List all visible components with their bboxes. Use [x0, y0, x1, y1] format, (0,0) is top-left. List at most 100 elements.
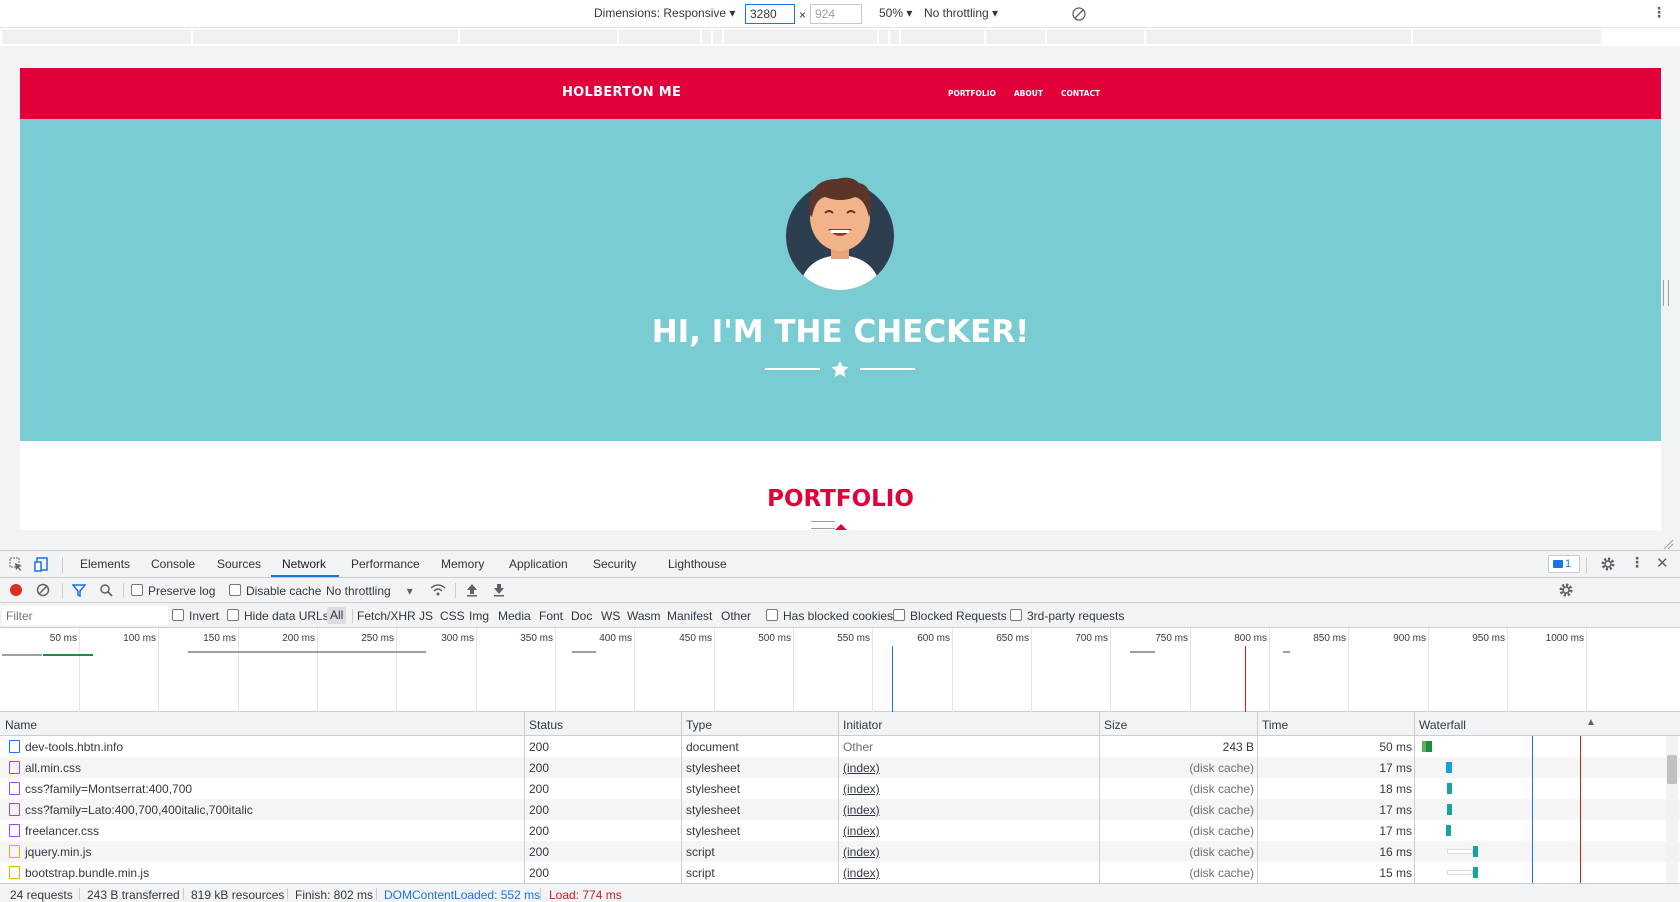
export-har-icon[interactable] [493, 583, 505, 597]
hide-data-urls-checkbox[interactable] [227, 609, 239, 621]
inspect-element-icon[interactable] [8, 556, 24, 572]
column-divider[interactable] [838, 712, 839, 883]
column-header-waterfall[interactable]: Waterfall [1419, 718, 1466, 732]
more-options-icon[interactable]: ⋮ [1652, 4, 1666, 21]
column-header-time[interactable]: Time [1262, 718, 1288, 732]
filter-type-font[interactable]: Font [539, 609, 563, 623]
column-header-name[interactable]: Name [5, 718, 37, 732]
table-row[interactable]: freelancer.css 200 stylesheet (index) (d… [0, 820, 1680, 841]
request-initiator-link[interactable]: (index) [843, 782, 880, 796]
media-query-segment[interactable] [2, 30, 192, 44]
filter-type-all[interactable]: All [327, 607, 347, 624]
import-har-icon[interactable] [466, 583, 478, 597]
tab-console[interactable]: Console [151, 557, 195, 571]
rotate-icon[interactable] [1070, 5, 1088, 23]
zoom-dropdown[interactable]: 50% ▾ [879, 6, 912, 20]
network-conditions-icon[interactable] [430, 583, 446, 597]
request-initiator-link[interactable]: (index) [843, 803, 880, 817]
table-row[interactable]: dev-tools.hbtn.info 200 document Other 2… [0, 736, 1680, 757]
resize-corner-icon[interactable] [1662, 538, 1674, 550]
table-row[interactable]: all.min.css 200 stylesheet (index) (disk… [0, 757, 1680, 778]
filter-type-media[interactable]: Media [498, 609, 531, 623]
blocked-requests-checkbox[interactable] [893, 609, 905, 621]
filter-type-img[interactable]: Img [469, 609, 489, 623]
table-row[interactable]: css?family=Montserrat:400,700 200 styles… [0, 778, 1680, 799]
nav-link-portfolio[interactable]: PORTFOLIO [948, 89, 996, 98]
record-icon[interactable] [9, 583, 23, 597]
tab-network[interactable]: Network [282, 557, 326, 571]
column-header-size[interactable]: Size [1104, 718, 1127, 732]
close-devtools-icon[interactable]: ✕ [1656, 554, 1669, 572]
tab-application[interactable]: Application [509, 557, 568, 571]
column-divider[interactable] [524, 712, 525, 883]
devtools-menu-icon[interactable]: ⋮ [1630, 554, 1644, 571]
media-query-segment[interactable] [193, 30, 459, 44]
filter-input[interactable] [2, 606, 168, 625]
request-initiator-link[interactable]: (index) [843, 761, 880, 775]
table-scrollbar[interactable] [1666, 736, 1678, 883]
column-header-type[interactable]: Type [686, 718, 712, 732]
column-divider[interactable] [1099, 712, 1100, 883]
media-query-segment[interactable] [724, 30, 878, 44]
table-row[interactable]: bootstrap.bundle.min.js 200 script (inde… [0, 862, 1680, 883]
site-brand[interactable]: HOLBERTON ME [562, 85, 681, 100]
filter-icon[interactable] [72, 583, 86, 597]
tab-memory[interactable]: Memory [441, 557, 484, 571]
media-query-segment[interactable] [702, 30, 712, 44]
nav-link-about[interactable]: ABOUT [1014, 89, 1043, 98]
request-initiator-link[interactable]: (index) [843, 824, 880, 838]
filter-type-other[interactable]: Other [721, 609, 751, 623]
table-row[interactable]: jquery.min.js 200 script (index) (disk c… [0, 841, 1680, 862]
column-header-status[interactable]: Status [529, 718, 563, 732]
tab-sources[interactable]: Sources [217, 557, 261, 571]
filter-type-js[interactable]: JS [419, 609, 433, 623]
media-query-segment[interactable] [619, 30, 701, 44]
tab-security[interactable]: Security [593, 557, 636, 571]
filter-type-wasm[interactable]: Wasm [627, 609, 661, 623]
filter-type-manifest[interactable]: Manifest [667, 609, 712, 623]
issues-counter-button[interactable]: 1 [1548, 555, 1580, 573]
media-query-segment[interactable] [1413, 30, 1602, 44]
throttling-dropdown[interactable]: No throttling ▾ [924, 6, 998, 20]
settings-gear-icon[interactable] [1600, 556, 1616, 572]
media-query-segment[interactable] [713, 30, 723, 44]
request-initiator-link[interactable]: (index) [843, 866, 880, 880]
request-initiator-link[interactable]: (index) [843, 845, 880, 859]
invert-checkbox[interactable] [172, 609, 184, 621]
tab-elements[interactable]: Elements [80, 557, 130, 571]
media-query-segment[interactable] [1047, 30, 1145, 44]
tab-lighthouse[interactable]: Lighthouse [668, 557, 727, 571]
search-icon[interactable] [99, 583, 113, 597]
media-query-segment[interactable] [901, 30, 985, 44]
width-input[interactable]: 3280 [745, 4, 795, 24]
filter-type-doc[interactable]: Doc [571, 609, 592, 623]
media-query-segment[interactable] [890, 30, 900, 44]
network-throttling-dropdown[interactable]: No throttling ▾ [326, 584, 413, 598]
media-query-segment[interactable] [986, 30, 1046, 44]
filter-type-fetch-xhr[interactable]: Fetch/XHR [357, 609, 416, 623]
nav-link-contact[interactable]: CONTACT [1061, 89, 1100, 98]
clear-icon[interactable] [36, 583, 50, 597]
device-toolbar-toggle-icon[interactable] [34, 556, 50, 572]
column-divider[interactable] [681, 712, 682, 883]
media-query-segment[interactable] [879, 30, 889, 44]
network-settings-gear-icon[interactable] [1558, 582, 1574, 598]
column-divider[interactable] [1257, 712, 1258, 883]
sort-ascending-icon[interactable]: ▲ [1586, 717, 1596, 728]
third-party-requests-checkbox[interactable] [1010, 609, 1022, 621]
dimensions-dropdown[interactable]: Dimensions: Responsive ▾ [594, 6, 735, 20]
has-blocked-cookies-checkbox[interactable] [766, 609, 778, 621]
column-divider[interactable] [1414, 712, 1415, 883]
filter-type-ws[interactable]: WS [601, 609, 620, 623]
height-input[interactable]: 924 [810, 4, 862, 24]
column-header-initiator[interactable]: Initiator [843, 718, 882, 732]
viewport-width-resize-handle[interactable] [1663, 280, 1669, 306]
preserve-log-checkbox[interactable] [131, 584, 143, 596]
filter-type-css[interactable]: CSS [440, 609, 465, 623]
tab-performance[interactable]: Performance [351, 557, 420, 571]
network-overview-timeline[interactable]: 50 ms 100 ms 150 ms 200 ms 250 ms 300 ms… [0, 628, 1680, 712]
viewport-height-resize-handle[interactable] [811, 521, 835, 529]
table-row[interactable]: css?family=Lato:400,700,400italic,700ita… [0, 799, 1680, 820]
media-query-bar[interactable] [0, 28, 1680, 46]
media-query-segment[interactable] [460, 30, 618, 44]
